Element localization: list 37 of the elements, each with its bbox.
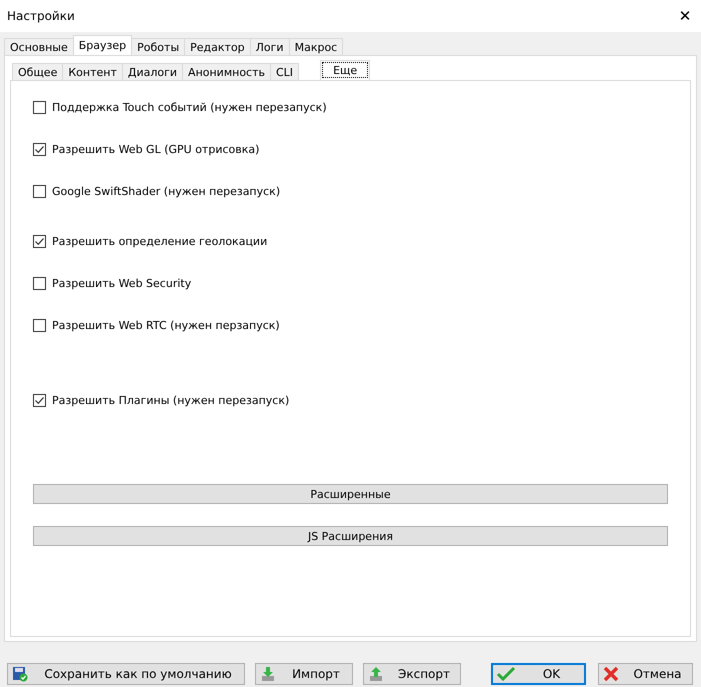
save-button[interactable]: Сохранить как по умолчанию [7, 663, 245, 685]
checkbox-label: Разрешить Плагины (нужен перезапуск) [52, 394, 290, 407]
tab[interactable]: Контент [62, 63, 123, 80]
download-arrow-icon [260, 666, 276, 682]
checkbox-label: Google SwiftShader (нужен перезапуск) [52, 185, 280, 198]
checkbox-label: Разрешить Web Security [52, 277, 192, 290]
tab[interactable]: CLI [270, 63, 300, 80]
checkbox[interactable] [33, 394, 46, 407]
checkbox[interactable] [33, 235, 46, 248]
window-title: Настройки [7, 9, 75, 23]
close-icon [603, 666, 619, 682]
checkbox[interactable] [33, 101, 46, 114]
checkmark-icon [497, 666, 515, 682]
wide-button[interactable]: JS Расширения [33, 526, 668, 546]
tab[interactable]: Макрос [288, 38, 344, 55]
tab[interactable]: Диалоги [122, 63, 184, 80]
tab[interactable]: Редактор [184, 38, 251, 55]
checkbox-label: Разрешить Web RTC (нужен перзапуск) [52, 319, 280, 332]
tab[interactable]: Основные [4, 38, 74, 55]
tab[interactable]: Общее [12, 63, 64, 80]
checkbox[interactable] [33, 319, 46, 332]
checkbox-label: Поддержка Touch событий (нужен перезапуск) [52, 101, 327, 114]
export-button[interactable]: Экспорт [363, 663, 461, 685]
checkbox-label: Разрешить Web GL (GPU отрисовка) [52, 143, 260, 156]
ok-button[interactable]: OK [491, 663, 586, 685]
checkbox[interactable] [33, 277, 46, 290]
checkbox[interactable] [33, 143, 46, 156]
import-button[interactable]: Импорт [255, 663, 353, 685]
checkbox[interactable] [33, 185, 46, 198]
checkbox-label: Разрешить определение геолокации [52, 235, 268, 248]
wide-button[interactable]: Расширенные [33, 484, 668, 504]
tab[interactable]: Браузер [72, 35, 132, 55]
tab[interactable]: Анонимность [182, 63, 271, 80]
cancel-button[interactable]: Отмена [598, 663, 693, 685]
tab[interactable]: Еще [320, 60, 370, 80]
upload-arrow-icon [368, 666, 384, 682]
close-button[interactable]: ✕ [669, 2, 701, 30]
